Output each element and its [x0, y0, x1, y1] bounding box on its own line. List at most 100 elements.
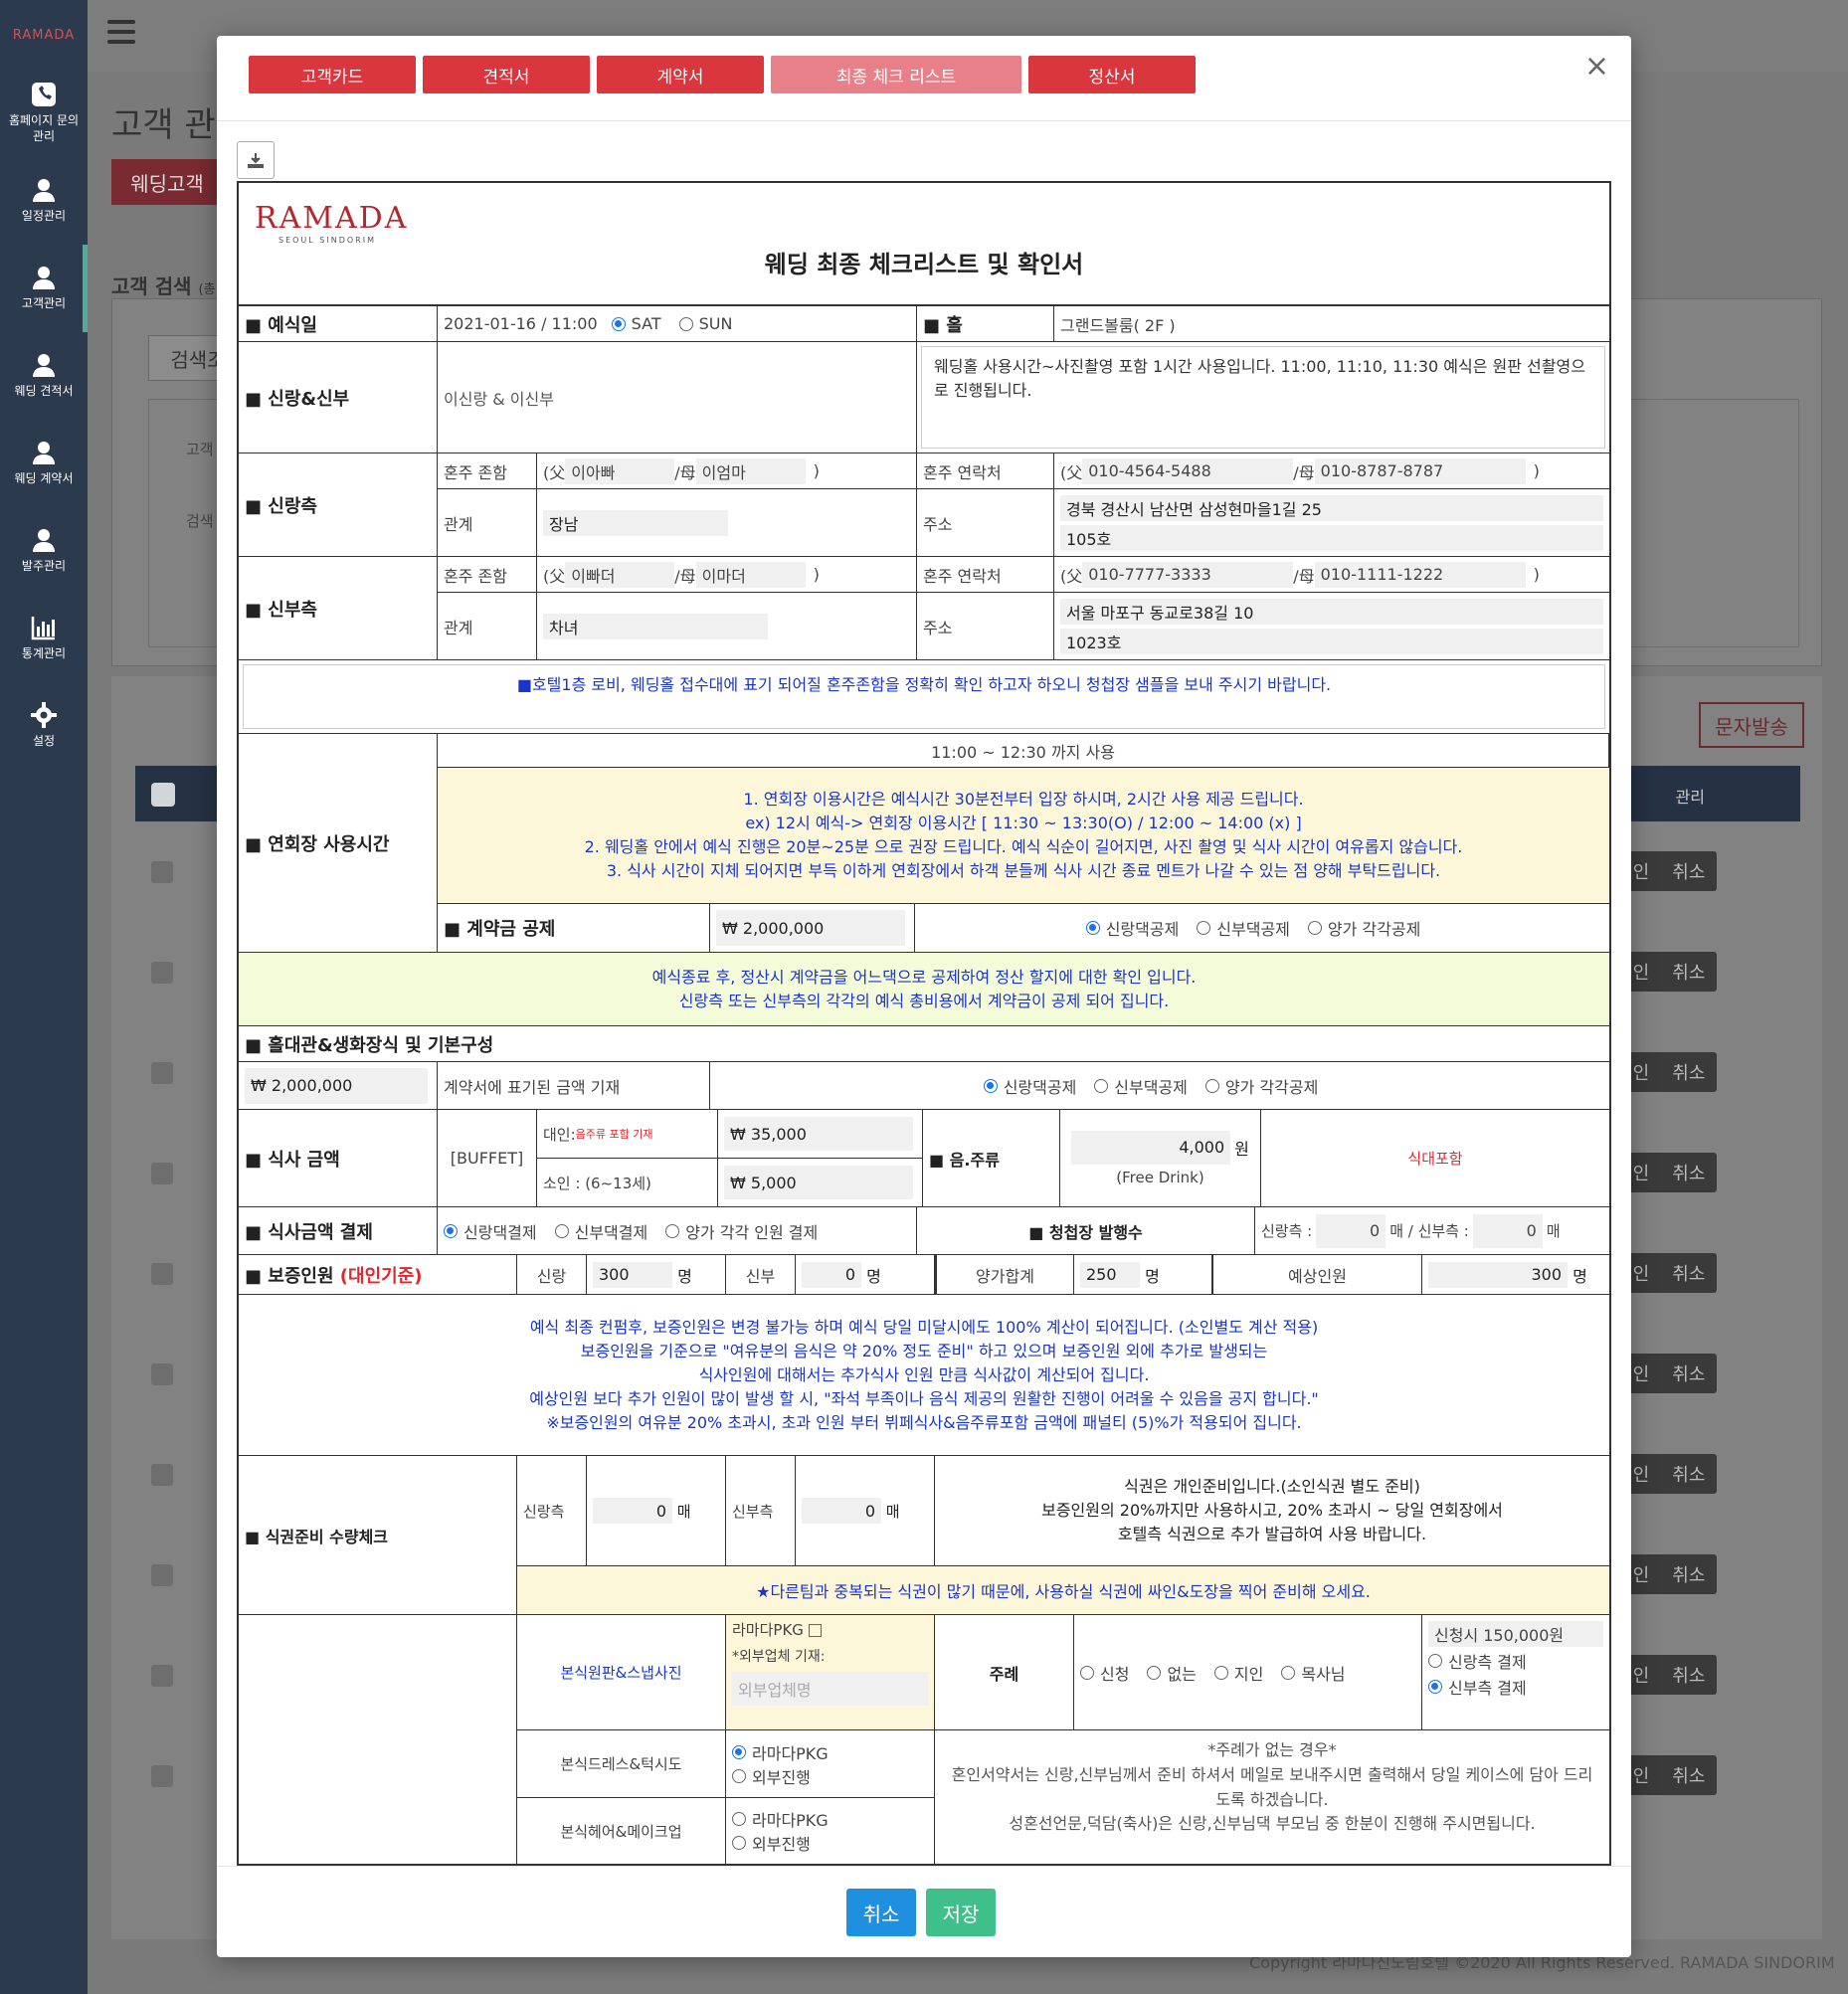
save-button[interactable]: 저장 [926, 1889, 996, 1936]
row-confirm-button[interactable]: 인 [1633, 1360, 1650, 1386]
groom-address1-input[interactable]: 경북 경산시 남산면 삼성현마을1길 25 [1060, 494, 1603, 521]
expected-input[interactable]: 300 [1428, 1261, 1568, 1288]
officiant-none-radio[interactable]: 없는 [1147, 1661, 1197, 1685]
cancel-button[interactable]: 취소 [846, 1889, 916, 1936]
select-all-checkbox[interactable] [151, 783, 175, 807]
meal-bride-pay-radio[interactable]: 신부댁결제 [554, 1219, 647, 1243]
row-action-buttons[interactable]: 인 취소 [1621, 1655, 1717, 1695]
close-icon[interactable]: × [1584, 52, 1609, 82]
tab-customer-card[interactable]: 고객카드 [249, 56, 416, 93]
sidebar-item-2[interactable]: 고객관리 [0, 245, 88, 332]
row-checkbox[interactable] [151, 962, 173, 984]
meal-groom-pay-radio[interactable]: 신랑댁결제 [444, 1219, 537, 1243]
row-confirm-button[interactable]: 인 [1633, 1059, 1650, 1085]
hamburger-menu-icon[interactable] [107, 20, 135, 48]
groom-mother-input[interactable]: 이엄마 [695, 457, 806, 484]
banquet-notes[interactable]: 1. 연회장 이용시간은 예식시간 30분전부터 입장 하시며, 2시간 사용 … [438, 768, 1609, 904]
no-officiant-notes[interactable]: *주례가 없는 경우* 혼인서약서는 신랑,신부님께서 준비 하셔서 메일로 보… [935, 1730, 1609, 1864]
dress-outside-radio[interactable]: 외부진행 [732, 1764, 910, 1788]
officiant-apply-radio[interactable]: 신청 [1080, 1661, 1129, 1685]
row-checkbox[interactable] [151, 1263, 173, 1285]
row-cancel-button[interactable]: 취소 [1672, 1662, 1705, 1688]
bride-father-tel-input[interactable]: 010-7777-3333 [1082, 561, 1294, 588]
photo-ramada-checkbox[interactable]: 라마다PKG [732, 1619, 928, 1640]
hall-both-radio[interactable]: 양가 각각공제 [1204, 1074, 1318, 1098]
row-action-buttons[interactable]: 인 취소 [1621, 1755, 1717, 1795]
sidebar-item-6[interactable]: 통계관리 [0, 595, 88, 682]
row-checkbox[interactable] [151, 1665, 173, 1687]
bride-father-input[interactable]: 이빠더 [565, 561, 675, 588]
groom-mother-tel-input[interactable]: 010-8787-8787 [1314, 457, 1526, 484]
row-action-buttons[interactable]: 인 취소 [1621, 1454, 1717, 1494]
row-action-buttons[interactable]: 인 취소 [1621, 1554, 1717, 1594]
row-checkbox[interactable] [151, 1363, 173, 1385]
outside-vendor-input[interactable]: 외부업체명 [732, 1672, 928, 1706]
row-confirm-button[interactable]: 인 [1633, 1561, 1650, 1587]
hair-ramada-radio[interactable]: 라마다PKG [732, 1807, 910, 1831]
row-cancel-button[interactable]: 취소 [1672, 1059, 1705, 1085]
row-action-buttons[interactable]: 인 취소 [1621, 1052, 1717, 1092]
sidebar-item-5[interactable]: 발주관리 [0, 507, 88, 595]
row-checkbox[interactable] [151, 1163, 173, 1184]
officiant-pastor-radio[interactable]: 목사님 [1281, 1661, 1346, 1685]
row-checkbox[interactable] [151, 1062, 173, 1084]
row-cancel-button[interactable]: 취소 [1672, 1461, 1705, 1487]
child-price-input[interactable]: ₩ 5,000 [724, 1166, 913, 1199]
groom-address2-input[interactable]: 105호 [1060, 524, 1603, 551]
guarantee-groom-input[interactable]: 300 [593, 1261, 672, 1288]
row-confirm-button[interactable]: 인 [1633, 858, 1650, 884]
hall-groom-radio[interactable]: 신랑댁공제 [983, 1074, 1076, 1098]
row-action-buttons[interactable]: 인 취소 [1621, 851, 1717, 891]
row-confirm-button[interactable]: 인 [1633, 1260, 1650, 1286]
hair-outside-radio[interactable]: 외부진행 [732, 1831, 910, 1855]
groom-father-input[interactable]: 이아빠 [565, 457, 675, 484]
deposit-notes[interactable]: 예식종료 후, 정산시 계약금을 어느댁으로 공제하여 정산 할지에 대한 확인… [239, 953, 1609, 1026]
guarantee-bride-input[interactable]: 0 [802, 1261, 861, 1288]
row-cancel-button[interactable]: 취소 [1672, 858, 1705, 884]
day-sat-radio[interactable]: SAT [611, 314, 661, 333]
row-cancel-button[interactable]: 취소 [1672, 1762, 1705, 1788]
row-action-buttons[interactable]: 인 취소 [1621, 1153, 1717, 1192]
bride-address1-input[interactable]: 서울 마포구 동교로38길 10 [1060, 598, 1603, 625]
tab-settlement[interactable]: 정산서 [1028, 56, 1196, 93]
hall-rent-input[interactable]: ₩ 2,000,000 [245, 1067, 428, 1104]
deposit-both-radio[interactable]: 양가 각각공제 [1307, 916, 1420, 940]
row-cancel-button[interactable]: 취소 [1672, 959, 1705, 985]
deposit-input[interactable]: ₩ 2,000,000 [716, 910, 905, 946]
groom-father-tel-input[interactable]: 010-4564-5488 [1082, 457, 1294, 484]
row-action-buttons[interactable]: 인 취소 [1621, 952, 1717, 992]
bride-mother-tel-input[interactable]: 010-1111-1222 [1314, 561, 1526, 588]
ticket-groom-input[interactable]: 0 [593, 1498, 672, 1524]
lobby-note[interactable]: ■호텔1층 로비, 웨딩홀 접수대에 표기 되어질 혼주존함을 정확히 확인 하… [243, 664, 1605, 729]
ticket-bride-input[interactable]: 0 [802, 1498, 881, 1524]
row-confirm-button[interactable]: 인 [1633, 1461, 1650, 1487]
sms-send-button[interactable]: 문자발송 [1699, 702, 1804, 748]
sidebar-item-4[interactable]: 웨딩 계약서 [0, 420, 88, 507]
row-confirm-button[interactable]: 인 [1633, 1160, 1650, 1185]
officiant-friend-radio[interactable]: 지인 [1213, 1661, 1263, 1685]
invitation-bride-input[interactable]: 0 [1472, 1213, 1543, 1248]
side-logo[interactable]: RAMADA [0, 0, 88, 70]
row-checkbox[interactable] [151, 1765, 173, 1787]
deposit-bride-radio[interactable]: 신부댁공제 [1197, 916, 1290, 940]
tab-contract[interactable]: 계약서 [597, 56, 764, 93]
sidebar-item-1[interactable]: 일정관리 [0, 157, 88, 245]
sidebar-item-7[interactable]: 설정 [0, 682, 88, 770]
sidebar-item-0[interactable]: 홈페이지 문의 관리 [0, 70, 88, 157]
deposit-groom-radio[interactable]: 신랑댁공제 [1085, 916, 1179, 940]
row-cancel-button[interactable]: 취소 [1672, 1260, 1705, 1286]
guarantee-notes[interactable]: 예식 최종 컨펌후, 보증인원은 변경 불가능 하며 예식 당일 미달시에도 1… [239, 1295, 1609, 1456]
bride-address2-input[interactable]: 1023호 [1060, 628, 1603, 654]
hall-usage-note[interactable]: 웨딩홀 사용시간~사진촬영 포함 1시간 사용입니다. 11:00, 11:10… [921, 346, 1605, 449]
sidebar-item-3[interactable]: 웨딩 견적서 [0, 332, 88, 420]
dress-ramada-radio[interactable]: 라마다PKG [732, 1740, 910, 1764]
officiant-groom-pay-radio[interactable]: 신랑측 결제 [1428, 1649, 1585, 1673]
adult-price-input[interactable]: ₩ 35,000 [724, 1117, 913, 1151]
meal-both-pay-radio[interactable]: 양가 각각 인원 결제 [665, 1219, 818, 1243]
bride-mother-input[interactable]: 이마더 [695, 561, 806, 588]
groom-relation-input[interactable]: 장남 [543, 509, 728, 536]
tab-estimate[interactable]: 견적서 [423, 56, 590, 93]
row-checkbox[interactable] [151, 861, 173, 883]
hall-bride-radio[interactable]: 신부댁공제 [1094, 1074, 1188, 1098]
row-action-buttons[interactable]: 인 취소 [1621, 1253, 1717, 1293]
